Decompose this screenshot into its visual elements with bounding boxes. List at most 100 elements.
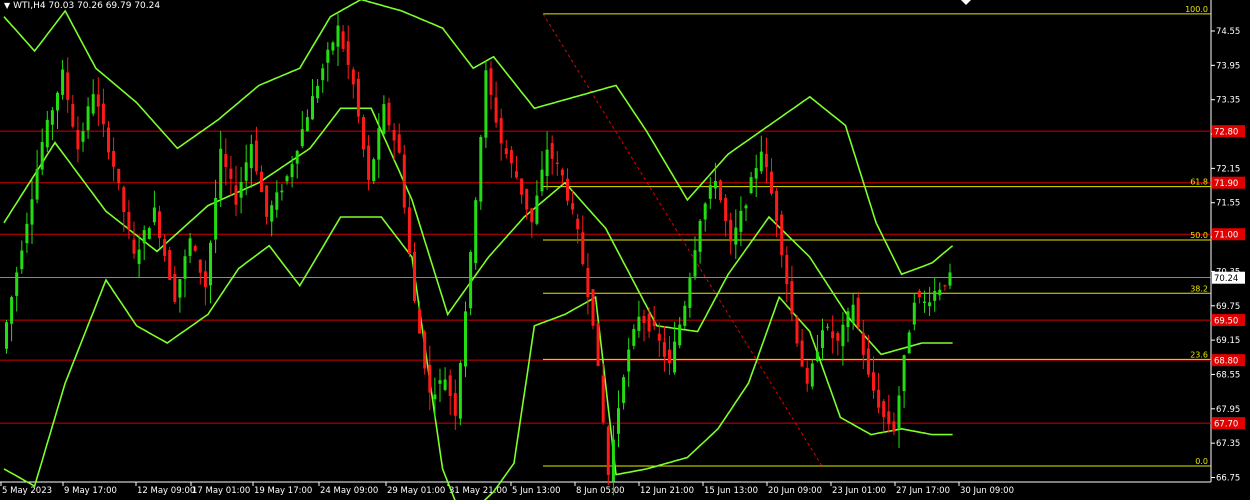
candle-body xyxy=(923,301,926,304)
candle-body xyxy=(810,363,814,387)
candle-body xyxy=(152,207,156,223)
time-tick-label: 31 May 21:00 xyxy=(449,486,507,496)
candle-body xyxy=(229,168,233,179)
candle-body xyxy=(668,349,671,364)
candle-body xyxy=(586,268,590,298)
candle-body xyxy=(418,310,422,334)
price-level-label: 71.00 xyxy=(1214,231,1238,241)
candle-body xyxy=(382,104,386,134)
time-tick-label: 24 May 09:00 xyxy=(320,486,378,496)
candle-body xyxy=(581,232,585,265)
candle-body xyxy=(943,285,947,287)
candle-body xyxy=(713,181,717,189)
candle-body xyxy=(158,211,161,238)
candle-body xyxy=(413,252,416,302)
candle-body xyxy=(764,153,768,168)
candle-body xyxy=(617,408,620,434)
candle-body xyxy=(377,128,381,160)
candle-body xyxy=(866,348,870,375)
price-tick-label: 67.35 xyxy=(1216,439,1240,449)
time-tick-label: 5 Jun 13:00 xyxy=(512,486,561,496)
time-tick-label: 12 May 09:00 xyxy=(137,486,195,496)
price-tick-label: 73.95 xyxy=(1216,61,1240,71)
price-level-label: 69.50 xyxy=(1214,317,1238,327)
candle-body xyxy=(693,250,697,277)
time-tick-label: 17 May 01:00 xyxy=(192,486,250,496)
candle-body xyxy=(836,333,840,341)
price-tick-label: 69.75 xyxy=(1216,302,1240,312)
price-level-label: 67.70 xyxy=(1214,420,1238,430)
candle-body xyxy=(81,131,85,142)
candle-body xyxy=(132,239,136,254)
bollinger-lower-band xyxy=(3,216,953,500)
candle-body xyxy=(137,249,141,264)
candle-body xyxy=(719,180,722,201)
candle-body xyxy=(632,328,636,346)
period-marker-icon xyxy=(961,0,971,5)
candle-body xyxy=(652,321,656,326)
candle-body xyxy=(101,103,105,125)
price-tick-label: 71.55 xyxy=(1216,199,1240,209)
candle-body xyxy=(892,421,896,432)
last-price-label: 70.24 xyxy=(1214,274,1238,284)
fibonacci-level-label: 61.8 xyxy=(1190,178,1208,187)
time-tick-label: 23 Jun 01:00 xyxy=(832,486,886,496)
candle-body xyxy=(219,148,223,199)
candle-body xyxy=(902,355,906,392)
candle-body xyxy=(224,154,228,168)
candle-body xyxy=(877,389,881,408)
candle-body xyxy=(759,151,763,172)
candle-body xyxy=(5,322,8,349)
candle-body xyxy=(254,140,258,172)
candle-body xyxy=(142,229,146,244)
candle-body xyxy=(805,367,809,384)
candle-body xyxy=(846,311,850,328)
time-tick-label: 9 May 17:00 xyxy=(64,486,117,496)
candle-body xyxy=(147,228,151,239)
time-tick-label: 27 Jun 17:00 xyxy=(896,486,950,496)
candle-body xyxy=(882,401,886,417)
candle-body xyxy=(198,259,202,273)
candle-body xyxy=(734,227,738,245)
candle-body xyxy=(76,130,80,150)
candle-body xyxy=(484,70,488,138)
time-tick-label: 20 Jun 09:00 xyxy=(768,486,822,496)
bollinger-middle-band xyxy=(3,107,953,356)
candle-body xyxy=(397,134,401,153)
candle-body xyxy=(214,197,218,240)
candle-body xyxy=(458,363,462,419)
candle-body xyxy=(591,289,595,326)
price-chart[interactable]: 74.5573.9573.3572.7572.1571.5570.9570.35… xyxy=(0,0,1250,500)
candle-body xyxy=(331,42,335,51)
candle-body xyxy=(566,178,569,201)
candle-body xyxy=(40,142,44,170)
candle-body xyxy=(71,103,75,127)
candle-body xyxy=(428,364,432,393)
candle-body xyxy=(290,164,294,178)
candle-body xyxy=(244,162,248,181)
candle-body xyxy=(316,86,320,99)
candle-body xyxy=(433,394,437,400)
candle-body xyxy=(178,279,182,298)
time-tick-label: 30 Jun 09:00 xyxy=(960,486,1014,496)
candle-body xyxy=(356,78,360,117)
candle-body xyxy=(234,185,238,205)
candle-body xyxy=(10,297,14,324)
candle-body xyxy=(305,117,309,132)
candle-body xyxy=(280,190,284,193)
time-tick-label: 29 May 01:00 xyxy=(387,486,445,496)
candle-body xyxy=(576,218,580,230)
candle-body xyxy=(474,200,478,264)
candle-body xyxy=(622,377,626,404)
candle-body xyxy=(601,375,605,423)
candle-body xyxy=(35,169,39,200)
candle-body xyxy=(438,380,442,384)
candle-body xyxy=(86,106,90,131)
candle-body xyxy=(688,278,692,308)
candle-body xyxy=(112,150,116,167)
candle-body xyxy=(826,326,830,328)
price-tick-label: 66.75 xyxy=(1216,474,1240,484)
candle-body xyxy=(749,177,753,194)
candle-body xyxy=(698,220,702,252)
candle-body xyxy=(571,203,575,210)
